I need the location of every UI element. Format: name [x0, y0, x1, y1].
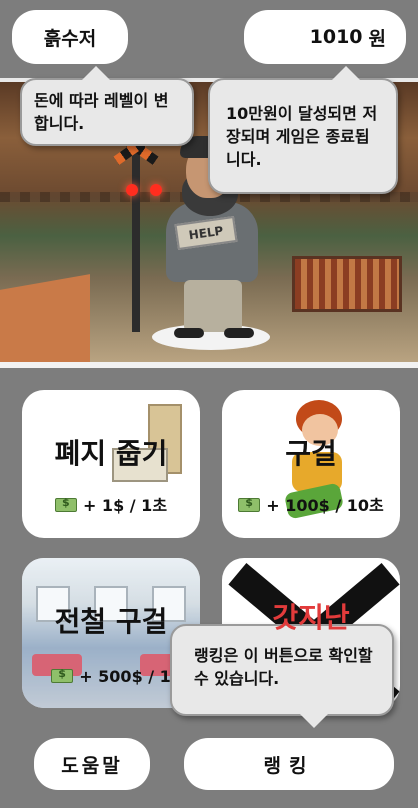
crossing-light [126, 184, 138, 196]
money-value: 1010 [309, 26, 363, 48]
job-title: 폐지 줍기 [54, 437, 168, 470]
money-bill-icon [238, 496, 261, 512]
locked-job-title: 갓지난 [272, 601, 350, 634]
character-legs [184, 280, 242, 332]
level-tooltip-text: 돈에 따라 레벨이 변합니다. [34, 91, 169, 133]
ranking-button[interactable]: 랭킹 [184, 738, 394, 790]
money-tooltip-text: 10만원이 달성되면 저장되며 게임은 종료됩니다. [226, 104, 378, 169]
money-unit: 원 [368, 27, 386, 50]
fence-illustration [292, 256, 402, 312]
help-button[interactable]: 도움말 [34, 738, 150, 790]
money-tooltip: 10만원이 달성되면 저장되며 게임은 종료됩니다. [208, 66, 398, 194]
ranking-button-label: 랭킹 [263, 754, 315, 777]
job-card-paper[interactable]: 폐지 줍기 + 1$ / 1초 [22, 390, 200, 538]
money-display: 1010 원 [244, 10, 406, 64]
building-illustration [0, 274, 90, 362]
job-card-beg[interactable]: 구걸 + 100$ / 10초 [222, 390, 400, 538]
job-title: 전철 구걸 [54, 605, 168, 638]
character-shoe [224, 328, 254, 338]
money-bill-icon [51, 667, 74, 683]
tooltip-tail [332, 66, 360, 80]
help-button-label: 도움말 [61, 754, 123, 777]
level-tooltip: 돈에 따라 레벨이 변합니다. [20, 66, 194, 146]
level-label: 흙수저 [43, 27, 97, 50]
character-shoe [174, 328, 204, 338]
job-rate-text: + 1$ / 1초 [82, 496, 168, 515]
level-badge: 흙수저 [12, 10, 128, 64]
tooltip-tail [82, 66, 110, 80]
job-rate: + 100$ / 10초 [222, 492, 400, 516]
job-rate-text: + 100$ / 10초 [266, 496, 384, 515]
job-rate: + 500$ / 1 [22, 667, 200, 686]
job-title: 구걸 [285, 437, 337, 470]
ranking-tooltip-text: 랭킹은 이 버튼으로 확인할 수 있습니다. [194, 646, 373, 688]
job-rate-text: + 500$ / 1 [79, 667, 171, 686]
money-bill-icon [54, 496, 77, 512]
job-rate: + 1$ / 1초 [22, 492, 200, 516]
job-card-subway[interactable]: 전철 구걸 + 500$ / 1 [22, 558, 200, 708]
tooltip-tail [300, 714, 328, 728]
ranking-tooltip: 랭킹은 이 버튼으로 확인할 수 있습니다. [170, 624, 394, 728]
